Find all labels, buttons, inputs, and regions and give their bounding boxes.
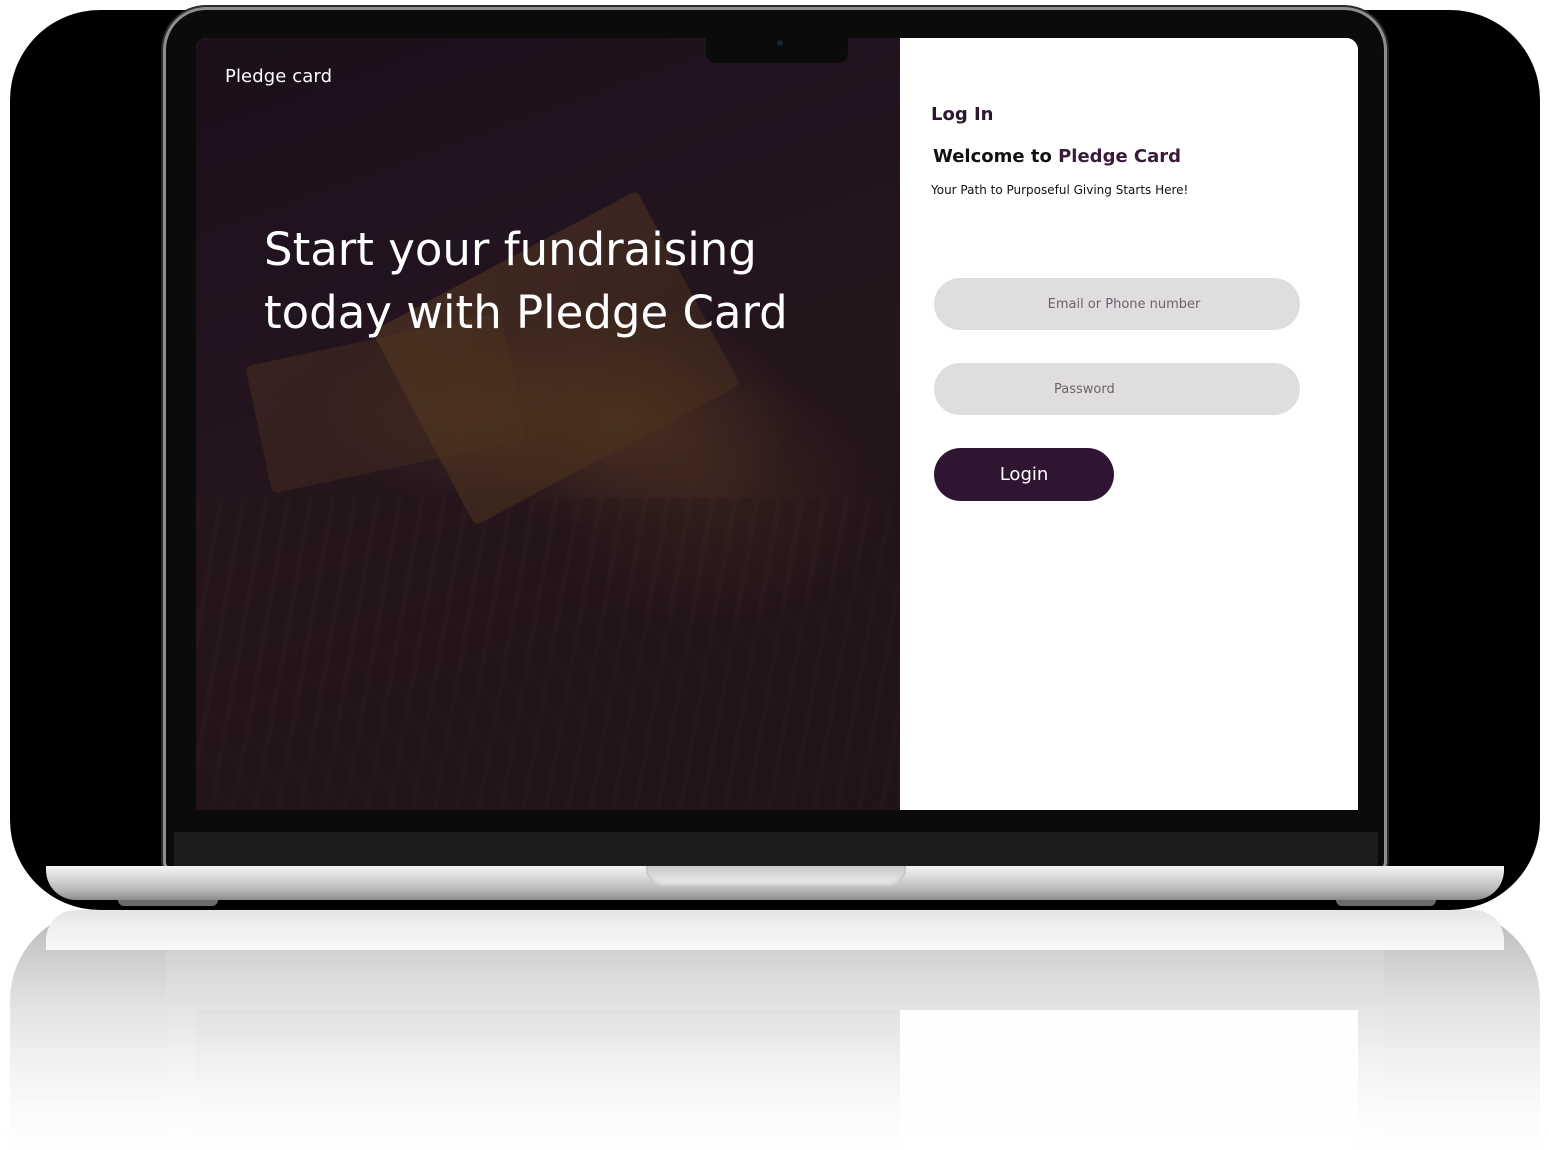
hero-headline: Start your fundraising today with Pledge… — [264, 223, 788, 339]
reflection-fade — [0, 905, 1549, 1150]
welcome-brand: Pledge Card — [1058, 146, 1182, 167]
hero-panel: Pledge card Start your fundraising today… — [196, 38, 900, 810]
email-or-phone-input[interactable] — [934, 278, 1300, 330]
laptop-screen: Pledge card Start your fundraising today… — [196, 38, 1358, 810]
password-input[interactable] — [934, 363, 1300, 415]
brand-logo-text: Pledge card — [225, 66, 333, 87]
hero-overlay — [196, 38, 900, 810]
login-heading: Log In — [931, 104, 994, 125]
welcome-title: Welcome to Pledge Card — [933, 146, 1181, 167]
lid-bottom-bezel — [174, 832, 1378, 868]
camera-icon — [777, 40, 783, 46]
page-stage: Pledge card Start your fundraising today… — [0, 0, 1549, 1150]
login-panel: Log In Welcome to Pledge Card Your Path … — [900, 38, 1358, 810]
tagline: Your Path to Purposeful Giving Starts He… — [931, 183, 1189, 197]
login-button[interactable]: Login — [934, 448, 1114, 501]
trackpad-notch — [646, 866, 906, 886]
camera-notch — [706, 38, 848, 63]
welcome-prefix: Welcome to — [933, 146, 1059, 167]
laptop-base — [46, 866, 1504, 906]
device-reflection — [0, 905, 1549, 1150]
